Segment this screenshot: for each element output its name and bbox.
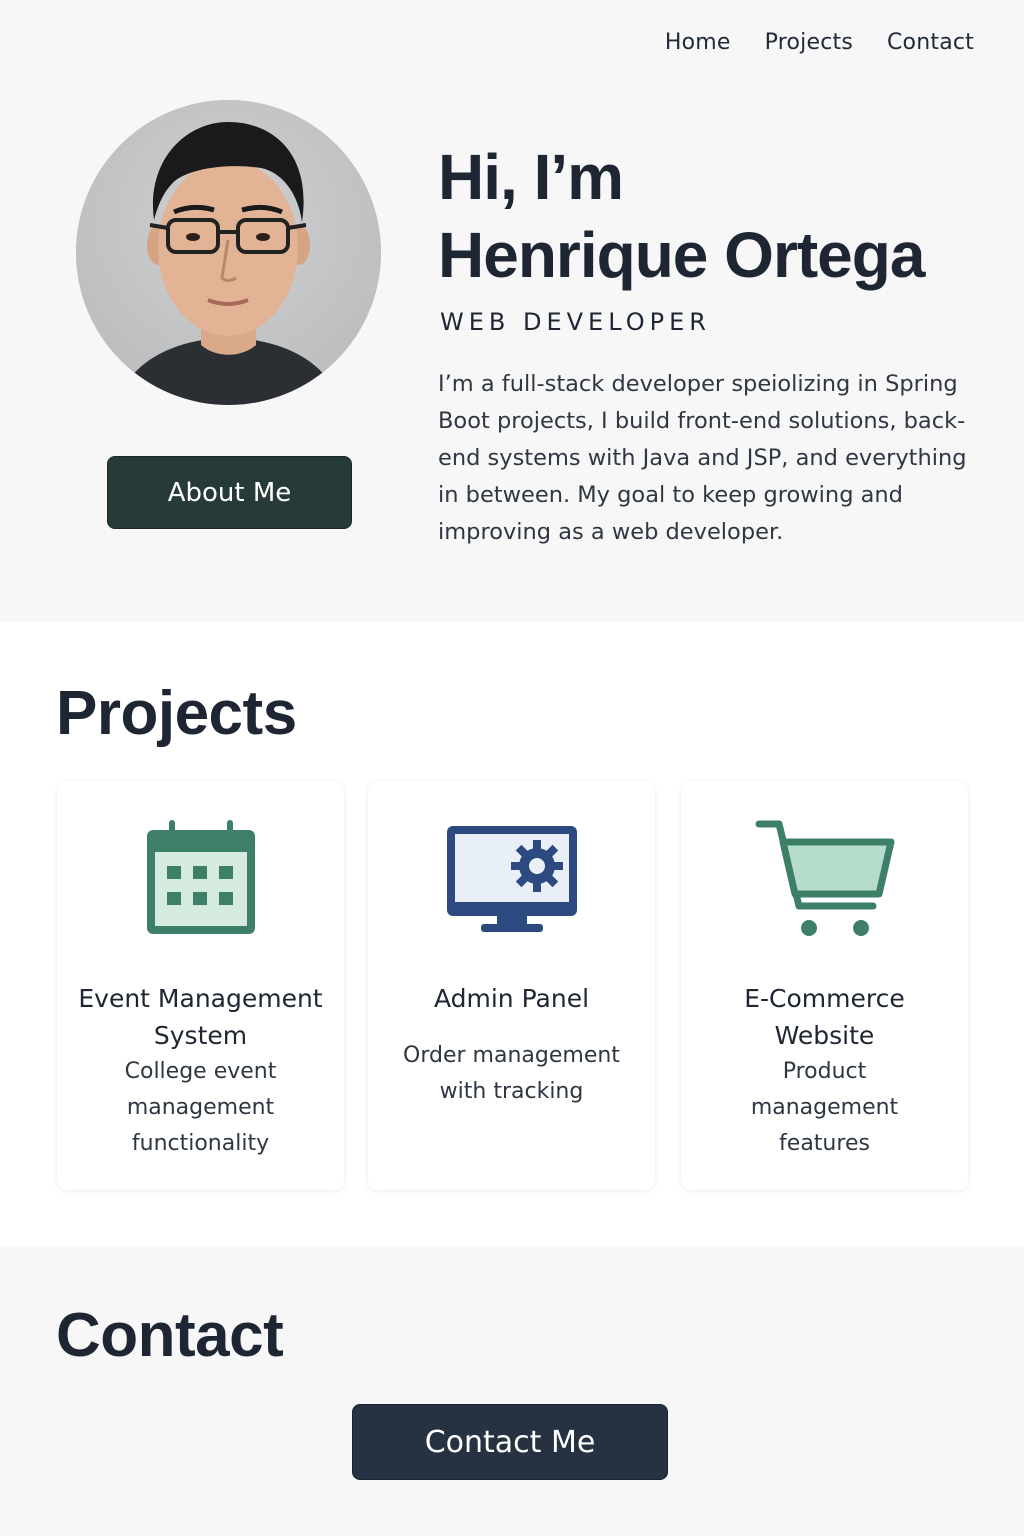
project-card-ecommerce[interactable]: E-Commerce Website Product management fe… — [681, 782, 968, 1190]
project-card-description: College event management functionality — [124, 1059, 277, 1156]
project-card-title: Event Management System — [78, 984, 323, 1050]
projects-section: Projects Event Management System College… — [0, 622, 1024, 1246]
project-card-admin-panel[interactable]: Admin Panel Order management with tracki… — [368, 782, 655, 1190]
calendar-icon — [146, 820, 255, 934]
nav-contact-link[interactable]: Contact — [887, 30, 974, 55]
project-card-description: Order management with tracking — [403, 1043, 620, 1104]
project-card-title: Admin Panel — [433, 984, 590, 1013]
project-card-description: Product management features — [750, 1059, 899, 1156]
nav-home-link[interactable]: Home — [665, 30, 731, 55]
contact-me-button[interactable]: Contact Me — [352, 1404, 668, 1480]
hero-role: WEB DEVELOPER — [440, 308, 711, 336]
hero-name: Henrique Ortega — [438, 219, 925, 291]
projects-title: Projects — [56, 679, 297, 748]
about-me-button[interactable]: About Me — [107, 456, 352, 529]
project-card-event-management[interactable]: Event Management System College event ma… — [57, 782, 344, 1190]
hero-greeting: Hi, I’m — [438, 141, 624, 213]
project-card-title: E-Commerce Website — [744, 984, 905, 1050]
top-nav: Home Projects Contact — [665, 30, 974, 55]
avatar — [76, 100, 381, 405]
hero-description: I’m a full-stack developer speiolizing i… — [438, 371, 967, 545]
hero-title: Hi, I’m Henrique Ortega — [438, 138, 925, 294]
hero-section: About Me Hi, I’m Henrique Ortega WEB DEV… — [0, 0, 1024, 622]
contact-title: Contact — [56, 1301, 284, 1370]
shopping-cart-icon — [755, 820, 894, 936]
monitor-gear-icon — [446, 826, 577, 932]
nav-projects-link[interactable]: Projects — [765, 30, 853, 55]
contact-section: Contact Contact Me — [0, 1246, 1024, 1536]
profile-photo-icon — [76, 100, 381, 405]
